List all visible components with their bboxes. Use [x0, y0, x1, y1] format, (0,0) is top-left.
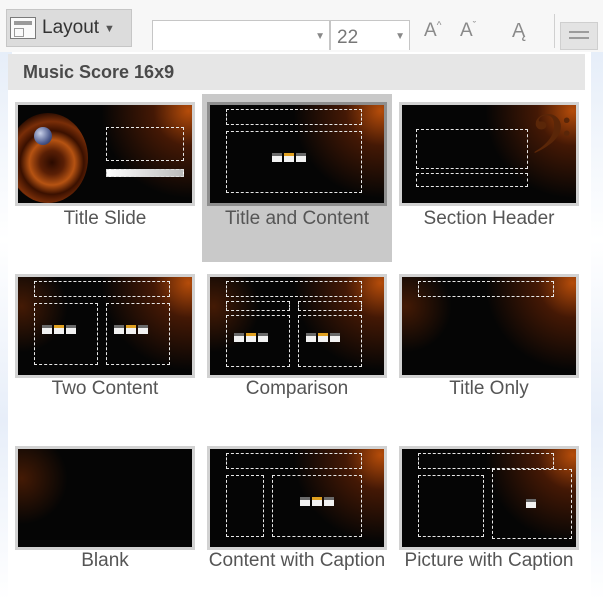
layout-tile-label: Content with Caption — [208, 550, 386, 571]
layout-thumbnail: 𝄢 — [399, 102, 579, 206]
theme-name: Music Score 16x9 — [23, 61, 175, 82]
clear-formatting-button[interactable]: Ą — [512, 20, 525, 43]
font-size-value: 22 — [337, 27, 359, 48]
layout-icon — [10, 17, 36, 39]
picture-icon — [526, 499, 536, 508]
layout-thumbnail — [207, 274, 387, 378]
layout-tile-two-content[interactable]: Two Content — [10, 266, 200, 436]
bass-clef-image: 𝄢 — [529, 103, 572, 180]
layout-tile-label: Two Content — [51, 378, 159, 399]
layout-thumbnail — [399, 274, 579, 378]
layout-tile-title-and-content[interactable]: Title and Content — [202, 94, 392, 262]
layout-gallery: Title Slide Title and Content 𝄢 Section … — [8, 90, 588, 600]
layout-tile-label: Title Slide — [63, 208, 147, 229]
layout-thumbnail — [15, 446, 195, 550]
font-name-box[interactable]: ▼ — [152, 20, 330, 50]
layout-tile-picture-with-caption[interactable]: Picture with Caption — [394, 438, 584, 598]
content-icons — [300, 497, 334, 506]
grow-font-button[interactable]: A^ — [424, 20, 441, 42]
layout-tile-label: Section Header — [423, 208, 555, 229]
layout-tile-blank[interactable]: Blank — [10, 438, 200, 598]
chevron-down-icon[interactable]: ▼ — [315, 31, 325, 42]
layout-thumbnail — [207, 446, 387, 550]
chevron-down-icon: ▼ — [104, 23, 115, 35]
layout-thumbnail — [207, 102, 387, 206]
layout-tile-title-only[interactable]: Title Only — [394, 266, 584, 436]
content-icons — [42, 325, 76, 334]
layout-thumbnail — [15, 274, 195, 378]
content-icons — [272, 153, 306, 162]
content-icons — [114, 325, 148, 334]
content-icons — [306, 333, 340, 342]
layout-tile-label: Title Only — [449, 378, 529, 399]
layout-tile-label: Blank — [81, 550, 129, 571]
toolbar-divider — [554, 14, 555, 48]
content-icons — [234, 333, 268, 342]
font-size-box[interactable]: 22 ▼ — [330, 20, 410, 50]
layout-tile-label: Comparison — [245, 378, 349, 399]
layout-tile-content-with-caption[interactable]: Content with Caption — [202, 438, 392, 598]
chevron-down-icon[interactable]: ▼ — [395, 31, 405, 42]
layout-tile-label: Title and Content — [225, 208, 369, 229]
ornament-image — [34, 127, 52, 145]
clear-formatting-icon: Ą — [512, 20, 526, 42]
layout-thumbnail — [15, 102, 195, 206]
grow-font-icon: A — [424, 20, 437, 41]
layout-tile-title-slide[interactable]: Title Slide — [10, 94, 200, 262]
shrink-font-button[interactable]: Aˇ — [460, 20, 476, 42]
layout-tile-comparison[interactable]: Comparison — [202, 266, 392, 436]
toolbar-list-button[interactable] — [560, 22, 598, 50]
layout-button[interactable]: Layout ▼ — [6, 9, 132, 47]
gallery-theme-header: Music Score 16x9 — [8, 54, 585, 90]
layout-tile-section-header[interactable]: 𝄢 Section Header — [394, 94, 584, 262]
layout-tile-label: Picture with Caption — [404, 550, 574, 571]
right-edge-decoration — [591, 0, 603, 600]
layout-button-label: Layout — [42, 17, 100, 38]
layout-thumbnail — [399, 446, 579, 550]
shrink-font-icon: A — [460, 20, 473, 41]
ribbon-toolbar: Layout ▼ ▼ 22 ▼ A^ Aˇ Ą — [0, 0, 603, 52]
